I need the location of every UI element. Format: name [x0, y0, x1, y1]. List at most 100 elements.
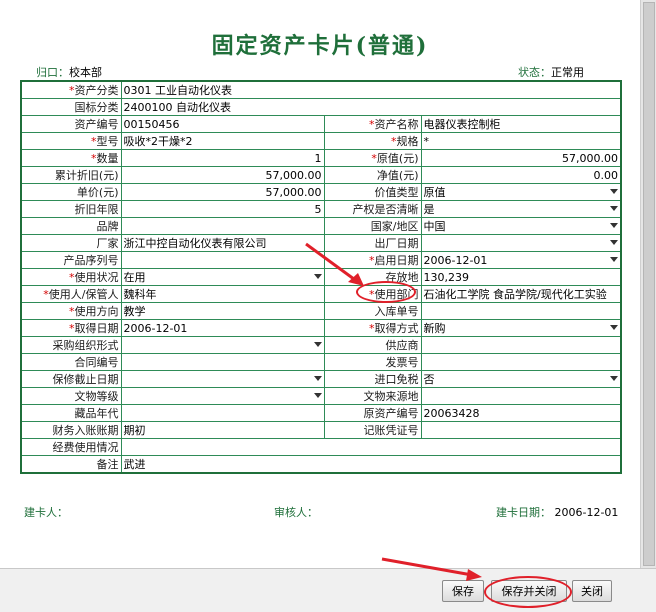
voucher-no-field[interactable]: [420, 421, 622, 439]
created-date-label: 建卡日期：: [496, 506, 551, 519]
form-row: 累计折旧(元) 57,000.00 净值(元) 0.00: [20, 166, 622, 184]
original-value-field[interactable]: 57,000.00: [420, 149, 622, 167]
funding-field[interactable]: [120, 438, 622, 456]
reviewer-label: 审核人：: [274, 506, 318, 519]
invoice-no-field[interactable]: [420, 353, 622, 371]
warranty-end-picker[interactable]: [120, 370, 325, 388]
procurement-form-select[interactable]: [120, 336, 325, 354]
value-type-label: 价值类型: [323, 183, 422, 201]
form-row: *取得日期 2006-12-01 *取得方式 新购: [20, 319, 622, 337]
ownership-select[interactable]: 是: [420, 200, 622, 218]
form-row: 资产编号 00150456 *资产名称 电器仪表控制柜: [20, 115, 622, 133]
orig-asset-no-label: 原资产编号: [323, 404, 422, 422]
collection-era-field[interactable]: [120, 404, 325, 422]
country-select[interactable]: 中国: [420, 217, 622, 235]
use-direction-label: *使用方向: [20, 302, 122, 320]
depr-years-field[interactable]: 5: [120, 200, 325, 218]
manufacturer-label: 厂家: [20, 234, 122, 252]
national-category-label: 国标分类: [20, 98, 122, 116]
chevron-down-icon: [610, 376, 618, 381]
orig-asset-no-field[interactable]: 20063428: [420, 404, 622, 422]
owner-value: 校本部: [69, 66, 102, 79]
annotation-arrow-icon: [381, 557, 482, 581]
use-direction-field[interactable]: 教学: [120, 302, 325, 320]
status-value: 正常用: [551, 66, 584, 79]
accum-depr-field: 57,000.00: [120, 166, 325, 184]
factory-date-picker[interactable]: [420, 234, 622, 252]
brand-field[interactable]: [120, 217, 325, 235]
contract-no-field[interactable]: [120, 353, 325, 371]
use-status-select[interactable]: 在用: [120, 268, 325, 286]
start-date-picker[interactable]: 2006-12-01: [420, 251, 622, 269]
form-row: 品牌 国家/地区 中国: [20, 217, 622, 235]
supplier-field[interactable]: [420, 336, 622, 354]
unit-price-field[interactable]: 57,000.00: [120, 183, 325, 201]
created-date-value: 2006-12-01: [554, 506, 619, 519]
depr-years-label: 折旧年限: [20, 200, 122, 218]
relic-source-field[interactable]: [420, 387, 622, 405]
user-field[interactable]: 魏科年: [120, 285, 325, 303]
chevron-down-icon: [610, 325, 618, 330]
page-title: 固定资产卡片(普通): [211, 33, 429, 59]
national-category-field[interactable]: 2400100 自动化仪表: [120, 98, 622, 116]
net-value-label: 净值(元): [323, 166, 422, 184]
funding-label: 经费使用情况: [20, 438, 122, 456]
chevron-down-icon: [313, 342, 322, 347]
ownership-label: 产权是否清晰: [323, 200, 422, 218]
annotation-arrow-icon: [305, 242, 364, 286]
brand-label: 品牌: [20, 217, 122, 235]
annotation-ellipse: [484, 576, 572, 608]
owner-info: 归口：校本部: [36, 64, 102, 80]
model-field[interactable]: 吸收*2干燥*2: [120, 132, 325, 150]
quantity-field[interactable]: 1: [120, 149, 325, 167]
location-field[interactable]: 130,239: [420, 268, 622, 286]
owner-label: 归口：: [36, 66, 69, 79]
scrollbar-thumb[interactable]: [643, 2, 655, 566]
form-row: 保修截止日期 进口免税 否: [20, 370, 622, 388]
asset-no-label: 资产编号: [20, 115, 122, 133]
chevron-down-icon: [610, 206, 618, 211]
vertical-scrollbar[interactable]: [640, 0, 656, 568]
manufacturer-field[interactable]: 浙江中控自动化仪表有限公司: [120, 234, 325, 252]
form-row: 国标分类 2400100 自动化仪表: [20, 98, 622, 116]
asset-name-field[interactable]: 电器仪表控制柜: [420, 115, 622, 133]
asset-no-field[interactable]: 00150456: [120, 115, 325, 133]
spec-field[interactable]: *: [420, 132, 622, 150]
supplier-label: 供应商: [323, 336, 422, 354]
import-tax-free-select[interactable]: 否: [420, 370, 622, 388]
acquire-date-field[interactable]: 2006-12-01: [120, 319, 325, 337]
remark-field[interactable]: 武进: [120, 455, 622, 474]
spec-label: *规格: [323, 132, 422, 150]
unit-price-label: 单价(元): [20, 183, 122, 201]
quantity-label: *数量: [20, 149, 122, 167]
user-label: *使用人/保管人: [20, 285, 122, 303]
relic-source-label: 文物来源地: [323, 387, 422, 405]
asset-category-field[interactable]: 0301 工业自动化仪表: [120, 80, 622, 99]
form-row: *资产分类 0301 工业自动化仪表: [20, 80, 622, 99]
warranty-end-label: 保修截止日期: [20, 370, 122, 388]
original-value-label: *原值(元): [323, 149, 422, 167]
procurement-form-label: 采购组织形式: [20, 336, 122, 354]
form-row: *型号 吸收*2干燥*2 *规格 *: [20, 132, 622, 150]
form-row: 财务入账账期 期初 记账凭证号: [20, 421, 622, 439]
creator-label: 建卡人：: [24, 506, 68, 519]
status-label: 状态：: [518, 66, 551, 79]
warehouse-no-field[interactable]: [420, 302, 622, 320]
chevron-down-icon: [610, 240, 618, 245]
collection-era-label: 藏品年代: [20, 404, 122, 422]
value-type-select[interactable]: 原值: [420, 183, 622, 201]
chevron-down-icon: [610, 257, 618, 262]
chevron-down-icon: [313, 393, 322, 398]
finance-period-label: 财务入账账期: [20, 421, 122, 439]
user-dept-field[interactable]: 石油化工学院 食品学院/现代化工实验: [420, 285, 622, 303]
close-button[interactable]: 关闭: [572, 580, 612, 602]
relic-grade-select[interactable]: [120, 387, 325, 405]
serial-no-field[interactable]: [120, 251, 325, 269]
button-bar: 保存 保存并关闭 关闭: [0, 557, 656, 612]
serial-no-label: 产品序列号: [20, 251, 122, 269]
form-row: *数量 1 *原值(元) 57,000.00: [20, 149, 622, 167]
acquire-method-select[interactable]: 新购: [420, 319, 622, 337]
acquire-date-label: *取得日期: [20, 319, 122, 337]
finance-period-field[interactable]: 期初: [120, 421, 325, 439]
form-row: 藏品年代 原资产编号 20063428: [20, 404, 622, 422]
